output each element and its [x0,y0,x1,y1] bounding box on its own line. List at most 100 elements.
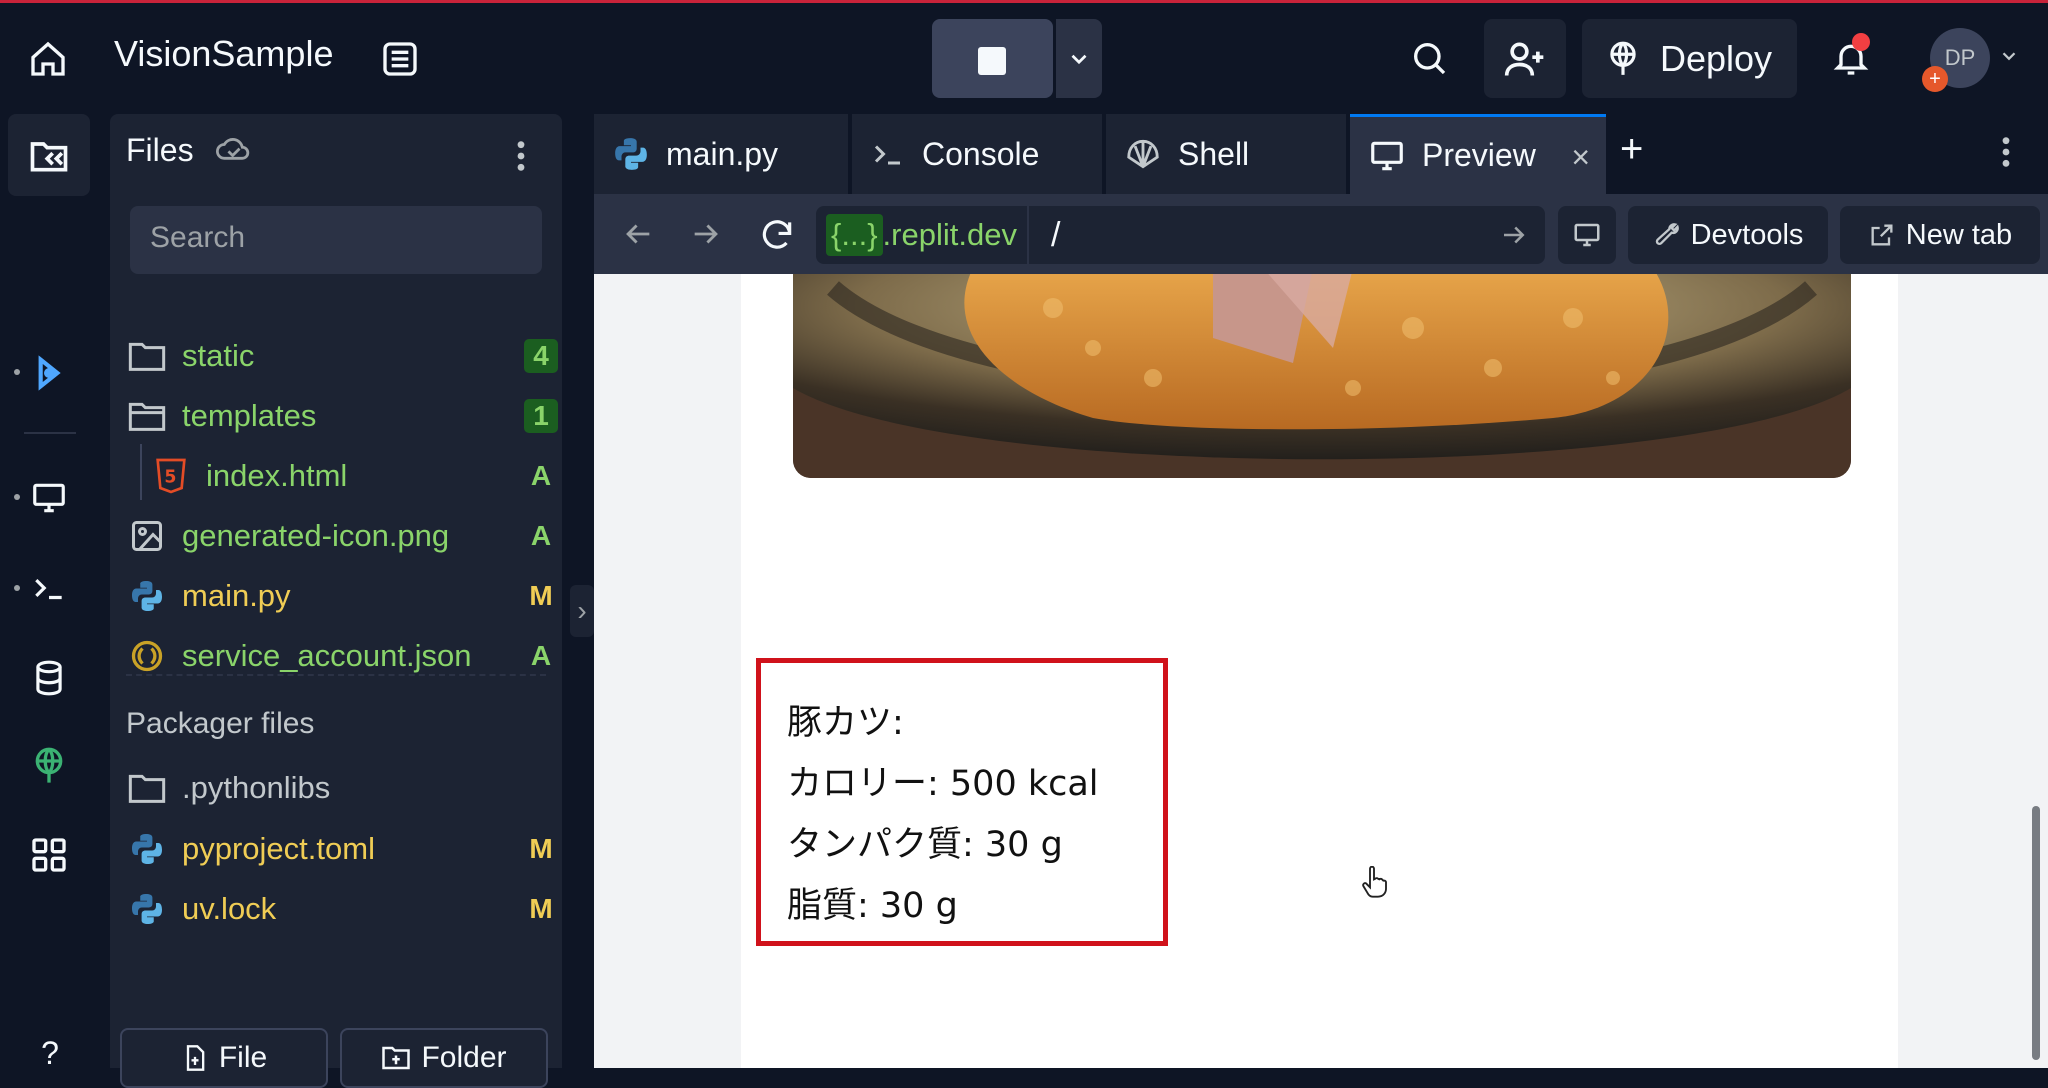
notification-dot [1852,33,1870,51]
file-row-pyproject[interactable]: pyproject.toml M [126,821,558,877]
file-row-main-py[interactable]: main.py M [126,568,558,624]
database-icon[interactable] [26,655,72,701]
devtools-button[interactable]: Devtools [1628,206,1828,264]
new-folder-button[interactable]: Folder [340,1028,548,1088]
divider [126,674,546,676]
stop-button[interactable] [932,19,1053,98]
left-rail: ? [0,110,98,1071]
git-status-badge: A [530,640,552,671]
result-line: 豚カツ: [787,703,904,743]
new-tab-label: New tab [1905,218,2013,251]
kebab-menu-icon[interactable] [504,134,538,178]
file-row-index-html[interactable]: 5 index.html A [150,448,558,504]
files-panel: Files Search static 4 templates 1 5 inde… [110,114,562,1088]
git-status-badge: A [530,520,552,551]
devtools-label: Devtools [1690,218,1804,251]
change-count-badge: 1 [524,399,558,433]
agent-icon[interactable] [26,350,72,396]
result-line: タンパク質: 30 g [787,825,1063,865]
change-count-badge: 4 [524,339,558,373]
file-row-generated-icon[interactable]: generated-icon.png A [126,508,558,564]
file-row-templates[interactable]: templates 1 [126,388,558,444]
files-title: Files [126,132,194,168]
git-status-badge: A [530,460,552,491]
reload-icon[interactable] [754,212,800,258]
back-arrow-icon[interactable] [616,212,660,256]
folder-open-icon [126,395,168,437]
git-status-badge: M [529,893,553,924]
new-file-button[interactable]: File [120,1028,328,1088]
kebab-menu-icon[interactable] [1994,130,2018,174]
invite-button[interactable] [1484,19,1566,98]
tab-main-py[interactable]: main.py [594,114,848,194]
files-collapse-icon [30,142,68,172]
file-name: static [182,338,255,373]
preview-scrollbar[interactable] [2032,806,2040,1060]
file-name: uv.lock [182,891,277,926]
file-row-uv-lock[interactable]: uv.lock M [126,881,558,937]
python-icon [126,828,168,870]
files-tool-button[interactable] [8,114,90,196]
tab-label: Shell [1178,135,1250,172]
file-name: templates [182,398,317,433]
url-host: {...} .replit.dev [816,206,1029,264]
app-title[interactable]: VisionSample [114,33,333,75]
url-braces: {...} [826,214,883,256]
help-icon[interactable]: ? [30,1035,70,1071]
search-input[interactable]: Search [130,206,542,274]
top-bar: VisionSample Deploy DP + [0,0,2048,110]
close-icon[interactable]: × [1571,139,1590,176]
git-status-badge: M [529,580,553,611]
rail-dot [14,369,20,375]
file-name: generated-icon.png [182,518,450,553]
file-name: main.py [182,578,291,613]
terminal-icon[interactable] [26,565,72,611]
tab-console[interactable]: Console [852,114,1102,194]
preview-viewport[interactable]: 豚カツ: カロリー: 500 kcal タンパク質: 30 g 脂質: 30 g [594,274,2048,1068]
terminal-icon [874,145,900,165]
shell-icon [1127,139,1159,169]
add-tab-button[interactable]: + [1620,127,1643,172]
result-line: 脂質: 30 g [787,886,958,926]
python-icon [126,888,168,930]
webview-icon[interactable] [26,475,72,521]
tab-preview[interactable]: Preview × [1350,114,1606,194]
food-image [793,274,1851,478]
deployments-icon[interactable] [26,743,72,789]
file-row-pythonlibs[interactable]: .pythonlibs [126,760,558,816]
hand-cursor-icon [1360,865,1388,903]
search-icon[interactable] [1404,33,1454,83]
rail-dot [14,494,20,500]
avatar-badge: + [1922,66,1948,92]
url-domain: .replit.dev [882,217,1017,252]
collapse-panel-handle[interactable]: › [570,585,594,637]
json-icon [126,635,168,677]
packager-files-title: Packager files [126,707,315,740]
url-bar[interactable]: {...} .replit.dev / [816,206,1545,264]
project-menu-icon[interactable] [376,35,424,83]
forward-arrow-icon[interactable] [684,212,728,256]
file-name: service_account.json [182,638,472,673]
go-arrow-icon [1504,226,1525,244]
file-row-static[interactable]: static 4 [126,328,558,384]
folder-icon [126,335,168,377]
tab-shell[interactable]: Shell [1106,114,1346,194]
home-icon[interactable] [24,35,72,83]
new-file-label: File [218,1041,268,1074]
image-icon [126,515,168,557]
tab-label: Preview [1422,137,1536,173]
all-tools-icon[interactable] [26,832,72,878]
run-options-button[interactable] [1056,19,1102,98]
monitor-icon [1371,141,1403,170]
device-toggle-button[interactable] [1558,206,1616,264]
deploy-button[interactable]: Deploy [1582,19,1797,98]
python-icon [126,575,168,617]
new-folder-label: Folder [421,1041,507,1074]
new-tab-button[interactable]: New tab [1840,206,2040,264]
url-path-input[interactable]: / [1029,216,1499,255]
folder-icon [126,767,168,809]
chevron-down-icon[interactable] [1996,43,2022,69]
preview-nav-bar: {...} .replit.dev / Devtools New tab [594,194,2048,274]
stop-icon [978,47,1006,75]
chevron-down-icon [1071,54,1087,64]
